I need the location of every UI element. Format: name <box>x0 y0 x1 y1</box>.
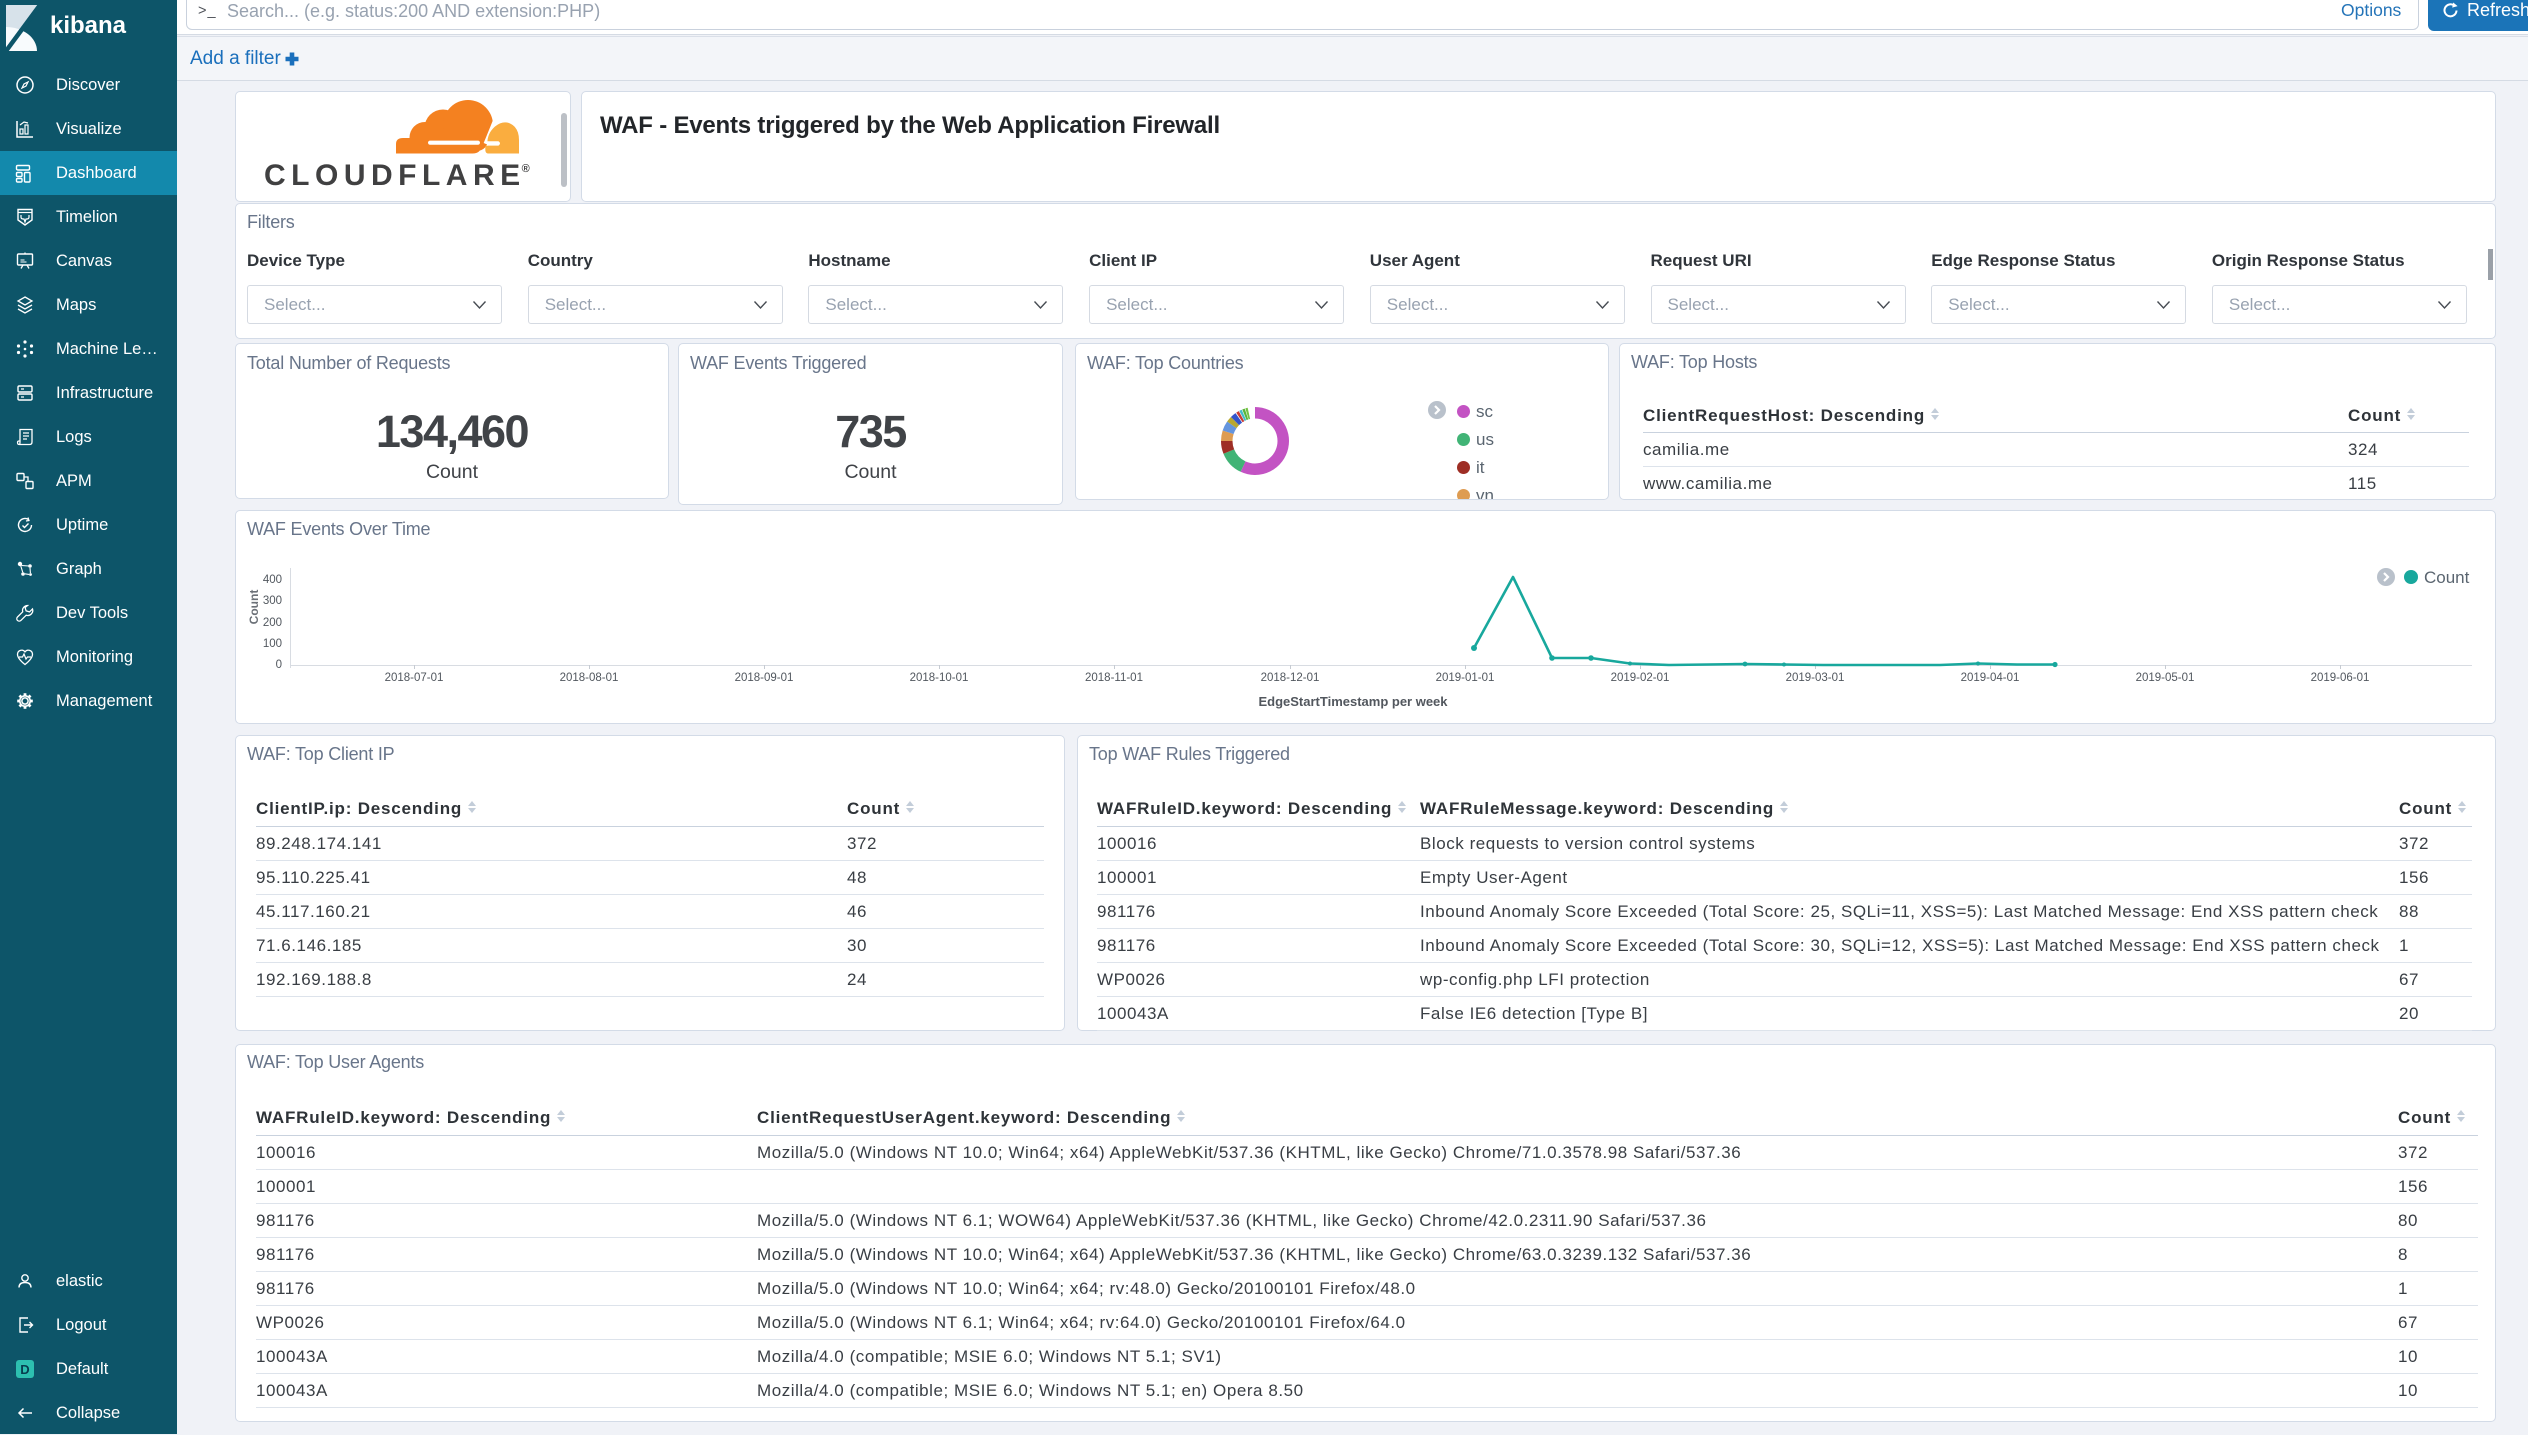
svg-text:D: D <box>20 1362 29 1377</box>
